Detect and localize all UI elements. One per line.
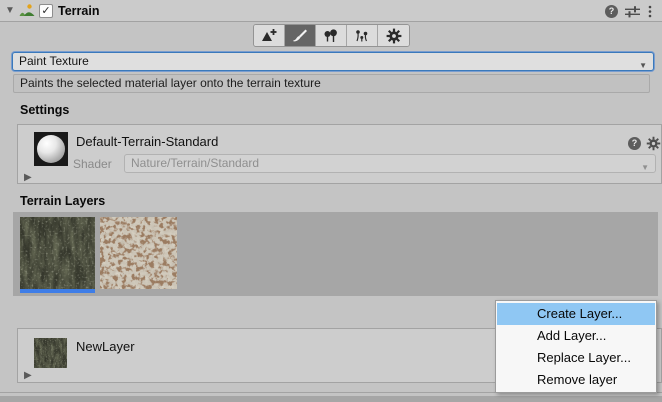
tool-description-helpbox: Paints the selected material layer onto …: [13, 74, 650, 93]
chevron-down-icon: ▼: [639, 57, 647, 74]
terrain-layer-thumbnail-stone[interactable]: [100, 217, 177, 289]
material-preview-sphere: [37, 135, 65, 163]
tool-create-neighbor-terrains-button[interactable]: [254, 25, 285, 46]
settings-section-label: Settings: [20, 103, 69, 117]
terrain-layer-thumbnail-grass[interactable]: [20, 217, 95, 289]
terrain-component-icon: [19, 3, 35, 19]
tool-description-text: Paints the selected material layer onto …: [20, 76, 321, 90]
presets-icon[interactable]: [625, 5, 640, 18]
material-gear-icon[interactable]: [646, 136, 661, 151]
menu-item-add-layer[interactable]: Add Layer...: [497, 325, 655, 347]
component-enabled-checkbox[interactable]: ✓: [39, 4, 53, 18]
terrain-component-header: ▼ ✓ Terrain ?: [0, 0, 662, 22]
paint-tool-dropdown-value: Paint Texture: [19, 54, 89, 68]
menu-item-create-layer[interactable]: Create Layer...: [497, 303, 655, 325]
shader-dropdown-disabled: Nature/Terrain/Standard ▼: [124, 154, 656, 173]
inspector-bottom-strip: [0, 396, 662, 402]
selected-layer-indicator: [20, 289, 95, 293]
material-name: Default-Terrain-Standard: [76, 134, 218, 149]
layer-context-menu: Create Layer... Add Layer... Replace Lay…: [495, 300, 657, 393]
shader-field-label: Shader: [73, 157, 112, 171]
terrain-layers-section-label: Terrain Layers: [20, 194, 105, 208]
shader-dropdown-value: Nature/Terrain/Standard: [131, 156, 259, 170]
selected-layer-thumbnail[interactable]: [34, 338, 67, 368]
menu-item-replace-layer[interactable]: Replace Layer...: [497, 347, 655, 369]
menu-item-remove-layer[interactable]: Remove layer: [497, 369, 655, 391]
tool-paint-terrain-button[interactable]: [285, 25, 316, 46]
terrain-layers-palette[interactable]: [13, 212, 658, 296]
layer-name-field[interactable]: NewLayer: [76, 339, 135, 354]
chevron-down-icon: ▼: [641, 159, 649, 176]
tool-paint-trees-button[interactable]: [316, 25, 347, 46]
paint-tool-dropdown[interactable]: Paint Texture ▼: [12, 52, 654, 71]
material-preview-thumbnail[interactable]: [34, 132, 68, 166]
component-foldout-arrow[interactable]: ▼: [5, 0, 15, 22]
terrain-material-box: Default-Terrain-Standard ? Shader Nature…: [17, 124, 662, 184]
tool-terrain-settings-button[interactable]: [378, 25, 409, 46]
tool-paint-details-button[interactable]: [347, 25, 378, 46]
layer-foldout-arrow[interactable]: ▶: [24, 365, 32, 387]
more-options-kebab-icon[interactable]: [645, 5, 655, 18]
material-help-icon[interactable]: ?: [628, 137, 641, 150]
terrain-tool-toolbar: [253, 24, 410, 47]
component-help-icon[interactable]: ?: [605, 5, 618, 18]
material-foldout-arrow[interactable]: ▶: [24, 167, 32, 189]
component-title: Terrain: [58, 4, 99, 18]
unity-inspector-terrain: { "icons": { "foldout_open": "▼", "foldo…: [0, 0, 662, 402]
